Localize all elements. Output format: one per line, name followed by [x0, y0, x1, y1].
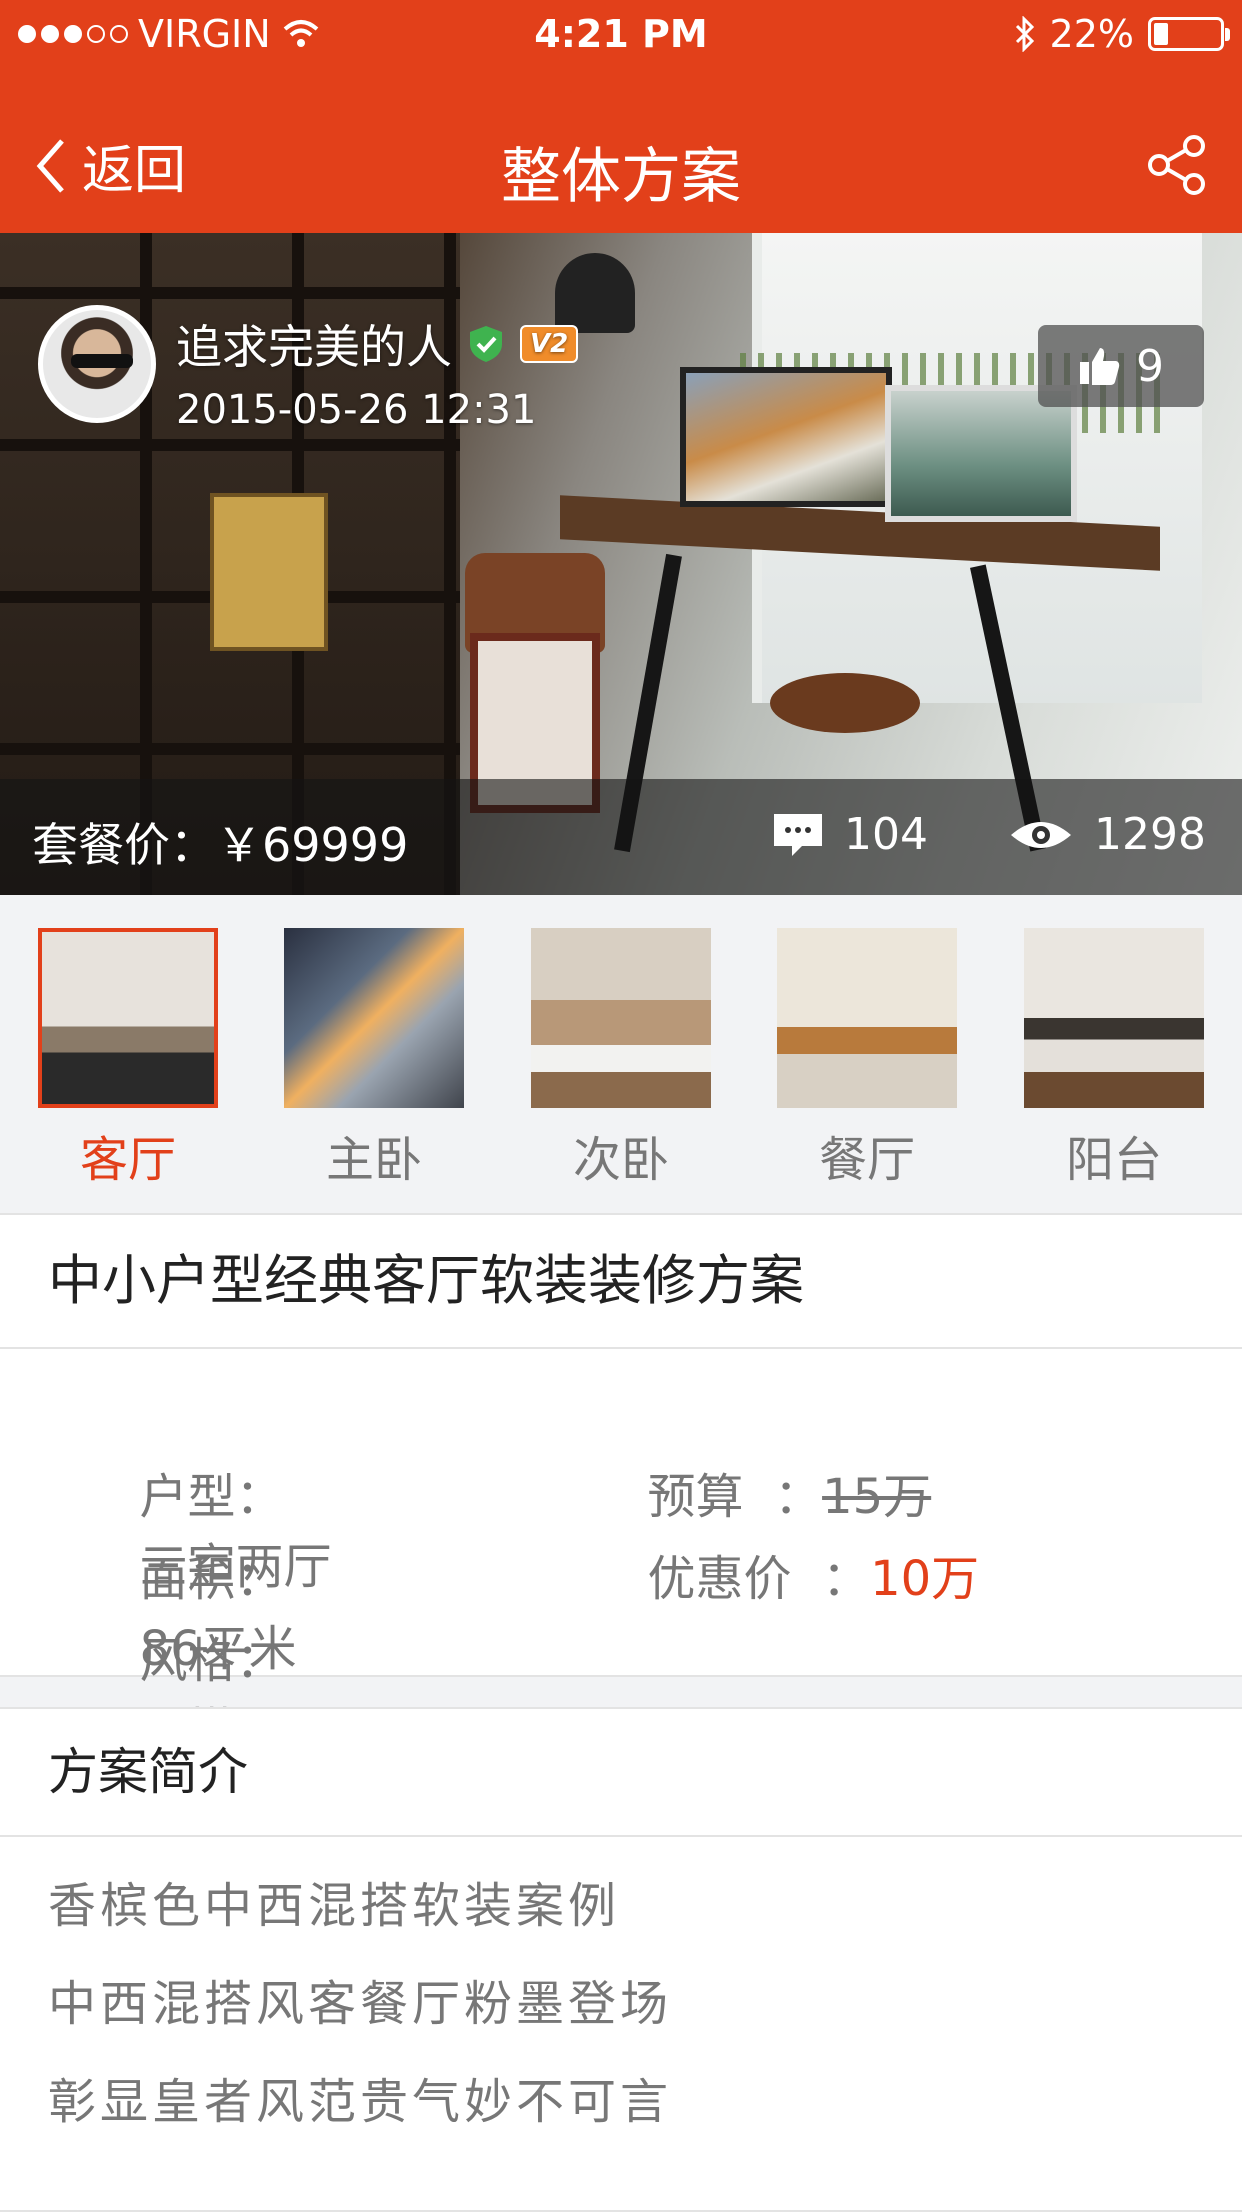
- hero-image[interactable]: 追求完美的人 V2 2015-05-26 12:31 9 套餐价：￥69999: [0, 233, 1242, 895]
- like-button[interactable]: 9: [1038, 325, 1204, 407]
- room-thumbnail: [38, 928, 218, 1108]
- post-date: 2015-05-26 12:31: [176, 387, 537, 433]
- room-tab-living-room[interactable]: 客厅: [38, 928, 218, 1190]
- comment-icon: [774, 813, 823, 856]
- comment-count: 104: [844, 809, 929, 860]
- intro-line: 中西混搭风客餐厅粉墨登场: [48, 1976, 673, 2032]
- intro-title: 方案简介: [0, 1709, 1242, 1837]
- verified-shield-icon: [470, 326, 502, 362]
- price-value: ￥69999: [216, 818, 409, 872]
- room-tab-dining-room[interactable]: 餐厅: [777, 928, 957, 1190]
- room-thumbnail: [777, 928, 957, 1108]
- plan-title: 中小户型经典客厅软装装修方案: [0, 1215, 1242, 1349]
- thumbs-up-icon: [1080, 348, 1120, 385]
- eye-icon: [1011, 821, 1072, 848]
- plan-details-card: 中小户型经典客厅软装装修方案 户型： 三室两厅 面积： 86平米 风格： 混搭 …: [0, 1213, 1242, 1759]
- share-icon: [1148, 135, 1205, 195]
- discount-label: 优惠价 ：: [647, 1551, 871, 1607]
- room-label: 阳台: [1065, 1132, 1162, 1188]
- plan-info: 户型： 三室两厅 面积： 86平米 风格： 混搭 预算 ：15万 优惠价 ：10…: [0, 1349, 1242, 1759]
- battery-icon: [1148, 17, 1230, 51]
- room-label: 餐厅: [818, 1132, 915, 1188]
- page-title: 整体方案: [501, 142, 741, 212]
- view-count: 1298: [1094, 809, 1206, 860]
- room-tab-balcony[interactable]: 阳台: [1024, 928, 1204, 1190]
- bluetooth-icon: [1015, 16, 1034, 52]
- room-thumbnail: [1024, 928, 1204, 1108]
- room-label: 次卧: [572, 1132, 669, 1188]
- intro-line: 香槟色中西混搭软装案例: [48, 1878, 621, 1934]
- room-selector: 客厅 主卧 次卧 餐厅 阳台: [0, 895, 1242, 1213]
- stats: 104 1298: [772, 809, 1206, 860]
- level-badge: V2: [520, 325, 579, 363]
- room-thumbnail: [531, 928, 711, 1108]
- room-label: 主卧: [325, 1132, 422, 1188]
- status-bar: VIRGIN 4:21 PM 22%: [0, 0, 1242, 70]
- status-right: 22%: [1014, 12, 1230, 56]
- share-button[interactable]: [1146, 134, 1208, 200]
- intro-line: 彰显皇者风范贵气妙不可言: [48, 2074, 673, 2130]
- room-thumbnail: [284, 928, 464, 1108]
- style-label: 风格：: [139, 1633, 284, 1689]
- room-tab-master-bedroom[interactable]: 主卧: [284, 928, 464, 1190]
- room-label: 客厅: [79, 1132, 176, 1188]
- room-tab-second-bedroom[interactable]: 次卧: [531, 928, 711, 1190]
- author-name: 追求完美的人: [176, 320, 452, 374]
- discount-value: 10万: [870, 1551, 980, 1607]
- avatar[interactable]: [38, 305, 156, 423]
- package-price: 套餐价：￥69999: [32, 809, 408, 875]
- battery-fill: [1154, 23, 1168, 45]
- hero-info-bar: 套餐价：￥69999 104 1298: [0, 779, 1242, 895]
- author-info[interactable]: 追求完美的人 V2 2015-05-26 12:31: [38, 305, 579, 433]
- price-label: 套餐价：: [32, 818, 216, 872]
- plan-intro-card: 方案简介 香槟色中西混搭软装案例 中西混搭风客餐厅粉墨登场 彰显皇者风范贵气妙不…: [0, 1707, 1242, 2212]
- nav-bar: 返回 整体方案: [0, 70, 1242, 233]
- battery-percent: 22%: [1049, 12, 1134, 56]
- like-count: 9: [1136, 340, 1164, 392]
- monitor-graphic: [680, 367, 892, 507]
- intro-description: 香槟色中西混搭软装案例 中西混搭风客餐厅粉墨登场 彰显皇者风范贵气妙不可言: [0, 1837, 1242, 2167]
